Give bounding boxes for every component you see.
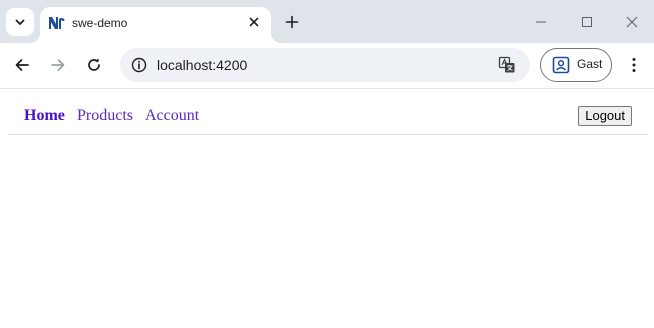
close-icon xyxy=(626,16,638,28)
url-text[interactable]: localhost:4200 xyxy=(157,57,247,73)
plus-icon xyxy=(285,15,299,29)
reload-button[interactable] xyxy=(80,51,108,79)
nav-link-account[interactable]: Account xyxy=(145,107,199,125)
new-tab-button[interactable] xyxy=(280,10,304,34)
arrow-right-icon xyxy=(51,59,65,71)
forward-button[interactable] xyxy=(44,51,72,79)
nav-link-products[interactable]: Products xyxy=(77,107,133,125)
tab-title: swe-demo xyxy=(72,16,128,30)
arrow-left-icon xyxy=(15,59,29,71)
tab-strip: swe-demo xyxy=(0,0,654,43)
maximize-icon xyxy=(582,17,592,27)
browser-window: swe-demo localhost:4200 Gast Home Produc… xyxy=(0,0,654,328)
browser-menu-button[interactable] xyxy=(620,51,648,79)
logout-button[interactable]: Logout xyxy=(578,106,632,126)
translate-button[interactable] xyxy=(496,54,518,76)
profile-label: Gast xyxy=(577,57,603,71)
maximize-button[interactable] xyxy=(573,8,601,36)
page-content: Home Products Account Logout xyxy=(0,89,654,328)
chevron-down-icon xyxy=(15,19,25,25)
minimize-icon xyxy=(536,21,546,23)
nav-link-home[interactable]: Home xyxy=(24,107,65,125)
tab-active[interactable]: swe-demo xyxy=(40,7,271,43)
reload-icon xyxy=(88,58,100,71)
window-close-button[interactable] xyxy=(618,8,646,36)
guest-profile-icon xyxy=(552,56,570,74)
tab-close-button[interactable] xyxy=(245,13,263,31)
more-vert-icon xyxy=(632,58,636,72)
minimize-button[interactable] xyxy=(527,8,555,36)
app-navbar: Home Products Account Logout xyxy=(8,89,648,135)
site-info-button[interactable] xyxy=(128,54,150,76)
browser-toolbar: localhost:4200 Gast xyxy=(0,43,654,89)
ngrx-logo-icon xyxy=(49,17,65,29)
profile-button[interactable]: Gast xyxy=(540,48,612,82)
back-button[interactable] xyxy=(8,51,36,79)
info-icon xyxy=(131,57,147,73)
tab-search-button[interactable] xyxy=(6,8,34,36)
address-bar[interactable]: localhost:4200 xyxy=(120,48,530,82)
translate-icon xyxy=(498,56,515,73)
close-icon xyxy=(249,17,259,27)
